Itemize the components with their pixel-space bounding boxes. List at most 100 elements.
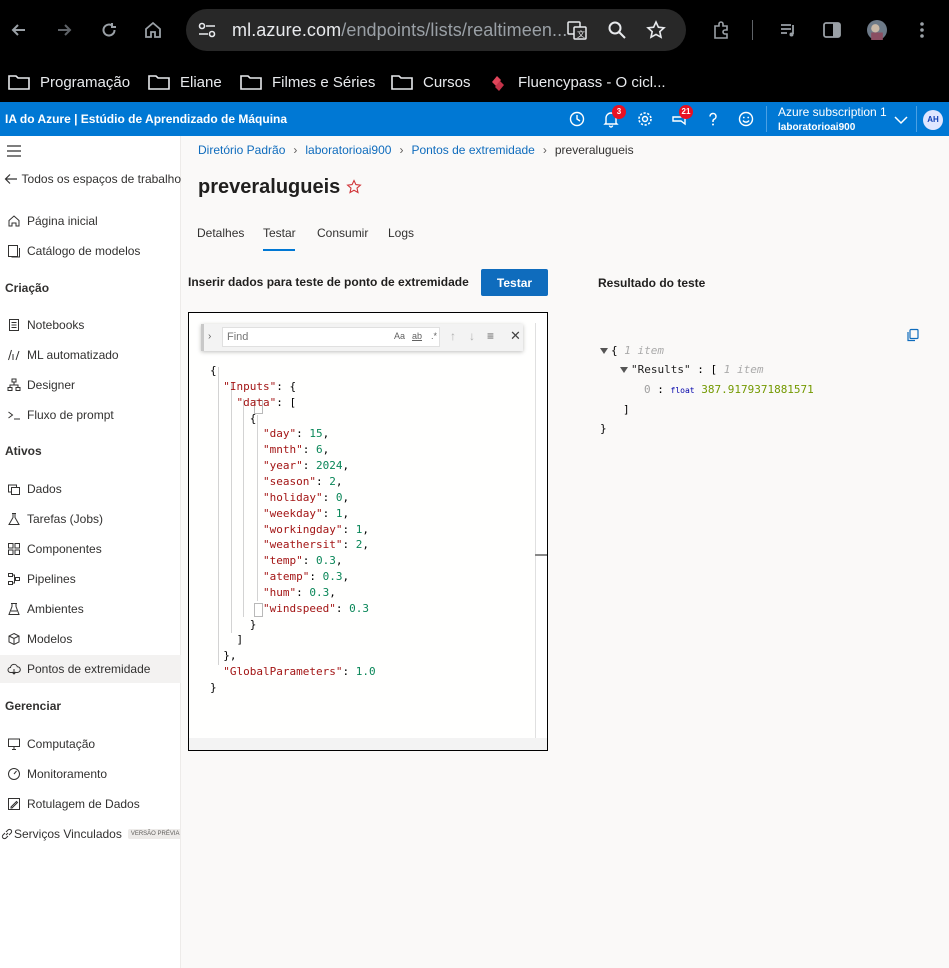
sidebar-item-monitoring[interactable]: Monitoramento — [0, 760, 181, 788]
more-menu-icon[interactable] — [908, 16, 936, 44]
whole-word-icon[interactable]: ab — [412, 331, 422, 341]
tree-root[interactable]: { 1 item — [600, 341, 664, 361]
reload-icon[interactable] — [95, 16, 123, 44]
sidebar-item-data-labeling[interactable]: Rotulagem de Dados — [0, 790, 181, 818]
sidebar-item-model-catalog[interactable]: Catálogo de modelos — [0, 237, 181, 265]
sidebar-item-notebooks[interactable]: Notebooks — [0, 311, 181, 339]
collapse-triangle-icon[interactable] — [600, 348, 608, 354]
gauge-icon — [0, 767, 27, 781]
site-info-icon[interactable] — [196, 19, 218, 41]
bar-divider — [916, 106, 917, 132]
forward-icon[interactable] — [50, 16, 78, 44]
profile-avatar[interactable] — [863, 16, 891, 44]
extensions-icon[interactable] — [707, 16, 735, 44]
sidebar-item-models[interactable]: Modelos — [0, 625, 181, 653]
match-case-icon[interactable]: Aa — [394, 331, 405, 341]
chevron-down-icon[interactable] — [892, 111, 910, 129]
help-icon[interactable] — [704, 110, 722, 128]
workspace-name[interactable]: laboratorioai900 — [778, 122, 855, 133]
find-in-selection-icon[interactable]: ≡ — [487, 329, 494, 343]
history-icon[interactable] — [568, 110, 586, 128]
previous-match-icon[interactable]: ↑ — [450, 329, 456, 343]
sidebar-item-pipelines[interactable]: Pipelines — [0, 565, 181, 593]
code-line: } — [210, 617, 257, 631]
monitor-icon — [0, 737, 27, 751]
side-panel-icon[interactable] — [818, 16, 846, 44]
sidebar-item-jobs[interactable]: Tarefas (Jobs) — [0, 505, 181, 533]
feedback-badge: 21 — [679, 105, 693, 119]
tab-consume[interactable]: Consumir — [317, 226, 368, 240]
tab-logs[interactable]: Logs — [388, 226, 414, 240]
azure-top-bar: IA do Azure | Estúdio de Aprendizado de … — [0, 102, 949, 136]
close-icon[interactable]: ✕ — [510, 328, 521, 344]
zoom-icon[interactable] — [607, 20, 627, 40]
tab-test[interactable]: Testar — [263, 226, 296, 240]
favorite-star-icon[interactable] — [346, 179, 362, 195]
result-json-tree: { 1 item "Results" : [ 1 item 0 : float … — [598, 341, 938, 441]
folder-icon — [240, 75, 262, 90]
code-line: { — [210, 364, 217, 377]
next-match-icon[interactable]: ↓ — [469, 329, 475, 343]
svg-text:文: 文 — [577, 29, 585, 39]
collapse-triangle-icon[interactable] — [620, 367, 628, 373]
sidebar-item-endpoints[interactable]: Pontos de extremidade — [0, 655, 181, 683]
smiley-feedback-icon[interactable] — [737, 110, 755, 128]
bookmark-folder[interactable]: Cursos — [391, 68, 471, 96]
bookmark-star-icon[interactable] — [646, 20, 666, 40]
translate-icon[interactable]: 文 — [567, 20, 587, 40]
code-line: "temp": 0.3, — [262, 554, 343, 568]
settings-gear-icon[interactable] — [636, 110, 654, 128]
breadcrumb-directory[interactable]: Diretório Padrão — [198, 143, 285, 157]
toolbar-divider — [752, 20, 753, 40]
sidebar-item-compute[interactable]: Computação — [0, 730, 181, 758]
editor-text-area[interactable]: { "Inputs": { "data": [ { "day": 15, "mn… — [189, 313, 535, 738]
editor-scrollbar[interactable] — [535, 323, 536, 738]
flask-icon — [0, 512, 27, 526]
input-heading: Inserir dados para teste de ponto de ext… — [188, 275, 469, 289]
find-expand-icon[interactable]: › — [208, 331, 211, 342]
sidebar-item-environments[interactable]: Ambientes — [0, 595, 181, 623]
regex-icon[interactable]: .* — [431, 331, 437, 341]
sidebar-item-linked-services[interactable]: Serviços Vinculados VERSÃO PRÉVIA — [0, 820, 181, 848]
browser-toolbar: ml.azure.com/endpoints/lists/realtimeen.… — [0, 0, 949, 62]
json-input-editor[interactable]: { "Inputs": { "data": [ { "day": 15, "mn… — [188, 312, 548, 751]
media-queue-icon[interactable] — [774, 16, 802, 44]
breadcrumb: Diretório Padrão › laboratorioai900 › Pontos… — [198, 143, 634, 157]
sidebar-item-home[interactable]: Página inicial — [0, 207, 181, 235]
breadcrumb-workspace[interactable]: laboratorioai900 — [305, 143, 391, 157]
bookmark-folder[interactable]: Filmes e Séries — [240, 68, 375, 96]
bookmark-folder[interactable]: Programação — [8, 68, 130, 96]
sidebar-item-data[interactable]: Dados — [0, 475, 181, 503]
back-icon[interactable] — [5, 16, 33, 44]
back-to-workspaces[interactable]: Todos os espaços de trabalho — [0, 165, 181, 193]
find-input[interactable]: Find — [222, 327, 440, 347]
prompt-icon — [0, 408, 27, 422]
main-content: Diretório Padrão › laboratorioai900 › Pontos… — [181, 136, 949, 968]
bookmark-link[interactable]: Fluencypass - O cicl... — [486, 68, 666, 96]
notifications-badge: 3 — [612, 105, 626, 119]
tree-node-results[interactable]: "Results" : [ 1 item — [620, 360, 763, 380]
test-button[interactable]: Testar — [481, 269, 548, 296]
copy-icon[interactable] — [906, 328, 920, 342]
sidebar-item-designer[interactable]: Designer — [0, 371, 181, 399]
user-avatar[interactable]: AH — [923, 110, 943, 130]
hamburger-menu-icon[interactable] — [7, 144, 21, 157]
breadcrumb-endpoints[interactable]: Pontos de extremidade — [411, 143, 534, 157]
bookmark-folder[interactable]: Eliane — [148, 68, 222, 96]
tab-details[interactable]: Detalhes — [197, 226, 244, 240]
arrow-left-icon — [0, 172, 22, 186]
automl-icon — [0, 348, 27, 362]
find-widget[interactable]: › Find Aa ab .* ↑ ↓ ≡ ✕ — [201, 324, 523, 351]
address-bar[interactable]: ml.azure.com/endpoints/lists/realtimeen.… — [186, 9, 686, 51]
studio-title[interactable]: IA do Azure | Estúdio de Aprendizado de … — [5, 112, 287, 126]
home-icon[interactable] — [139, 16, 167, 44]
sidebar-item-components[interactable]: Componentes — [0, 535, 181, 563]
code-line: "season": 2, — [262, 474, 343, 488]
code-line: "data": [ — [236, 395, 297, 409]
cube-icon — [0, 632, 27, 646]
breadcrumb-current: preveralugueis — [554, 143, 634, 157]
subscription-name[interactable]: Azure subscription 1 — [778, 105, 887, 119]
sidebar-item-prompt-flow[interactable]: Fluxo de prompt — [0, 401, 181, 429]
sidebar-item-automl[interactable]: ML automatizado — [0, 341, 181, 369]
code-line: "windspeed": 0.3 — [262, 601, 369, 615]
